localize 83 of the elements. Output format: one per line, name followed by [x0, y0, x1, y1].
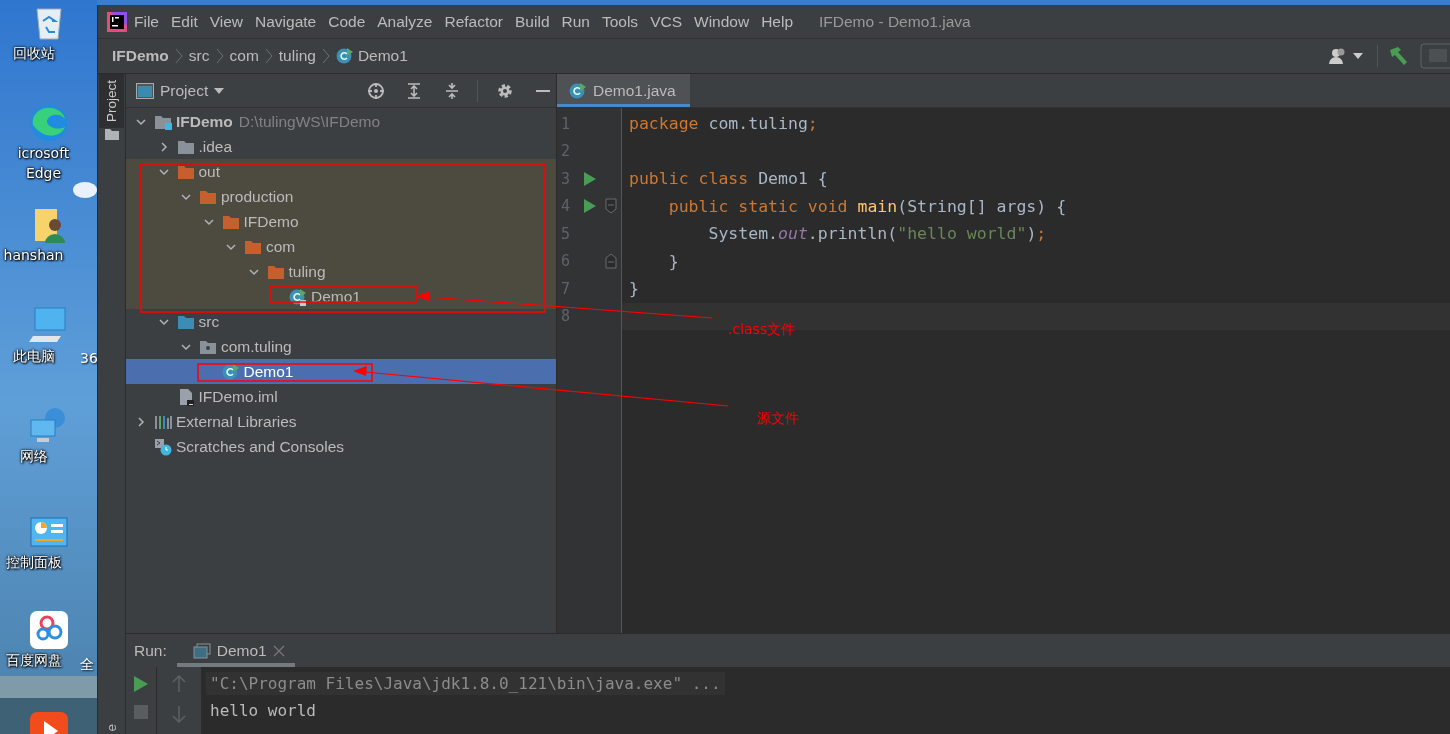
desktop-icon-label: icrosoft Edge [16, 144, 71, 183]
class-icon [569, 81, 587, 100]
chevron-icon [321, 48, 330, 64]
console-line: hello world [210, 701, 316, 720]
menu-item[interactable]: Window [688, 12, 756, 31]
run-icon[interactable] [133, 675, 149, 693]
menu-item[interactable]: Edit [165, 12, 204, 31]
tree-item[interactable]: .idea [198, 137, 233, 156]
chevron-icon[interactable] [135, 415, 147, 428]
menu-item[interactable]: Code [322, 12, 372, 31]
hammer-icon[interactable] [1388, 46, 1410, 66]
tree-item[interactable]: production [221, 187, 294, 206]
caret-icon[interactable] [214, 87, 225, 94]
menu-item[interactable]: View [203, 12, 250, 31]
run-icon[interactable] [583, 170, 597, 187]
desktop-icon-label: 回收站 [11, 44, 56, 63]
chevron-icon [174, 48, 183, 64]
locate-icon[interactable] [367, 81, 385, 100]
desktop-icon-label: hanshan [2, 246, 65, 265]
code-line: } [628, 279, 639, 299]
tree-item[interactable]: out [198, 162, 221, 181]
tree-item[interactable]: Scratches and Consoles [176, 437, 344, 456]
desktop-icon-label: 36 [80, 350, 98, 366]
chevron-icon [264, 48, 273, 64]
annotation-label: .class文件 [728, 321, 796, 339]
project-view-icon [136, 82, 154, 99]
cloud-drive-icon[interactable] [28, 610, 69, 650]
tool-window-tab[interactable]: e [99, 724, 124, 732]
close-icon[interactable] [272, 644, 285, 657]
tree-item[interactable]: IFDemo.iml [198, 387, 278, 406]
desktop-icon-label: 全 [80, 656, 94, 674]
class-icon [335, 47, 354, 65]
code-line: public static void main(String[] args) { [667, 196, 1067, 216]
window-title: IFDemo - Demo1.java [819, 12, 971, 31]
breadcrumb-item[interactable]: com [229, 47, 259, 65]
tree-item[interactable]: tuling [288, 262, 326, 281]
settings-icon[interactable] [496, 81, 514, 100]
breadcrumb-item[interactable]: tuling [278, 47, 316, 65]
tree-item[interactable]: Demo1 [243, 362, 294, 381]
console-icon [192, 642, 211, 659]
menu-item[interactable]: Navigate [249, 12, 323, 31]
desktop-icon-label: 百度网盘 [4, 651, 63, 670]
breadcrumb-item[interactable]: Demo1 [335, 47, 408, 65]
tree-item[interactable]: com.tuling [221, 337, 292, 356]
project-path: D:\tulingWS\IFDemo [238, 112, 381, 131]
tree-item[interactable]: External Libraries [176, 412, 297, 431]
tree-item[interactable]: com [266, 237, 296, 256]
editor-tab[interactable]: Demo1.java [557, 74, 690, 107]
code-line: public class Demo1 { [628, 169, 828, 189]
menu-item[interactable]: Run [555, 12, 596, 31]
menu-item[interactable]: File [128, 12, 165, 31]
code-line: System.out.println("hello world"); [707, 224, 1047, 244]
annotation-label: 源文件 [757, 410, 799, 428]
menu-item[interactable]: Build [509, 12, 556, 31]
breadcrumb-item[interactable]: src [188, 47, 210, 65]
menu-item[interactable]: Refactor [438, 12, 510, 31]
scratches-icon [154, 437, 172, 456]
menu-item[interactable]: VCS [644, 12, 688, 31]
tree-item[interactable]: IFDemo [176, 112, 233, 131]
tool-window-tab[interactable]: Project [99, 74, 124, 129]
app-logo-icon [106, 10, 128, 33]
code-line: } [667, 251, 679, 271]
collapse-all-icon[interactable] [443, 81, 461, 100]
class-icon [221, 362, 240, 381]
menu-item[interactable]: Tools [595, 12, 645, 31]
breadcrumb-item[interactable]: IFDemo [112, 47, 169, 65]
desktop-icon-label: 网络 [18, 447, 49, 466]
class-file-icon [289, 287, 307, 306]
project-view-selector[interactable]: Project [160, 81, 209, 100]
code-line: package com.tuling; [628, 114, 818, 134]
run-tab[interactable]: Demo1 [176, 634, 295, 667]
caret-icon [1353, 53, 1363, 59]
expand-all-icon[interactable] [405, 81, 423, 100]
tree-item[interactable]: Demo1 [311, 287, 361, 306]
desktop-icon-label: 控制面板 [4, 553, 63, 572]
menu-item[interactable]: Help [755, 12, 800, 31]
tree-item[interactable]: IFDemo [243, 212, 299, 231]
tree-item[interactable]: src [198, 312, 220, 331]
desktop-icon-label: 此电脑 [11, 347, 56, 366]
run-panel-label: Run: [134, 641, 167, 660]
run-icon[interactable] [583, 198, 597, 215]
chevron-icon [215, 48, 224, 64]
menu-item[interactable]: Analyze [371, 12, 439, 31]
